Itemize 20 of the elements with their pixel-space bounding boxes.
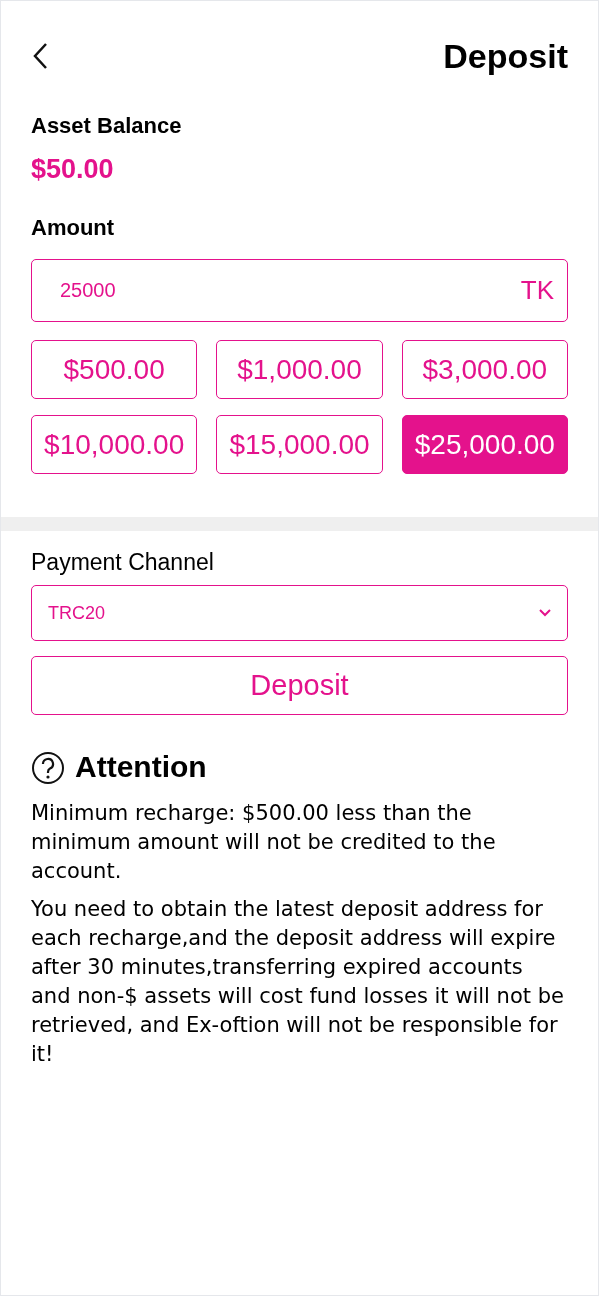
help-icon bbox=[31, 751, 65, 785]
amount-option[interactable]: $3,000.00 bbox=[401, 340, 568, 399]
deposit-button[interactable]: Deposit bbox=[31, 656, 568, 715]
amount-option[interactable]: $25,000.00 bbox=[401, 415, 568, 474]
payment-channel-select[interactable]: TRC20 bbox=[31, 585, 568, 641]
chevron-down-icon bbox=[539, 609, 551, 617]
back-icon[interactable] bbox=[31, 41, 49, 71]
unit-label: TK bbox=[520, 274, 554, 307]
amount-option[interactable]: $10,000.00 bbox=[31, 415, 198, 474]
payment-channel-label: Payment Channel bbox=[31, 548, 215, 577]
attention-paragraph: Minimum recharge: $500.00 less than the minimum amount will not be credited to the account. bbox=[31, 800, 497, 885]
attention-paragraph: You need to obtain the latest deposit address for each recharge,and the deposit address will expire after 30 minutes,transferring expired accounts and non-$ assets will cost fund losses it will not be retrieved, and Ex-oftion will not be responsible for it! bbox=[31, 896, 565, 1068]
balance-value: $50.00 bbox=[31, 153, 115, 186]
amount-option[interactable]: $1,000.00 bbox=[216, 340, 383, 399]
balance-label: Asset Balance bbox=[31, 112, 183, 140]
amount-option[interactable]: $15,000.00 bbox=[216, 415, 383, 474]
page-title: Deposit bbox=[443, 35, 568, 77]
attention-title: Attention bbox=[75, 749, 207, 785]
amount-option[interactable]: $500.00 bbox=[31, 340, 198, 399]
amount-label: Amount bbox=[31, 214, 116, 242]
